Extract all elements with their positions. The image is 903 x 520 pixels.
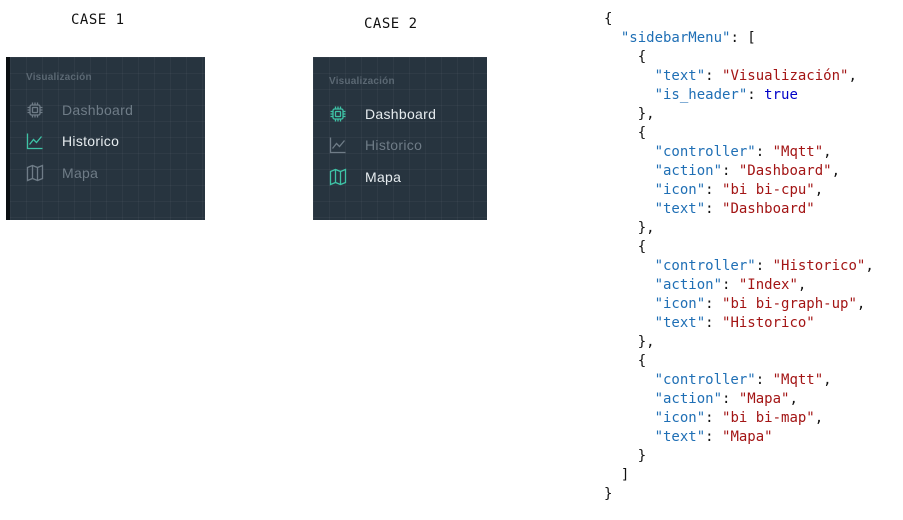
code-line: "controller": "Mqtt", xyxy=(654,144,832,160)
code-line: "text": "Historico" xyxy=(654,315,815,331)
code-line: }, xyxy=(604,220,655,236)
code-line: { xyxy=(604,49,647,65)
graph-up-icon xyxy=(26,132,44,150)
sidebar-item-label: Dashboard xyxy=(62,102,134,118)
sidebar-item-label: Historico xyxy=(62,133,120,149)
code-line: { xyxy=(604,11,613,27)
map-icon xyxy=(26,164,44,182)
code-line: "icon": "bi bi-map", xyxy=(654,410,824,426)
code-line: "text": "Mapa" xyxy=(654,429,773,445)
sidebar-item-mapa[interactable]: Mapa xyxy=(26,162,98,184)
sidebar-item-label: Historico xyxy=(365,137,423,153)
code-line: "sidebarMenu": [ xyxy=(620,30,756,46)
code-line: { xyxy=(604,125,647,141)
code-line: "text": "Visualización", xyxy=(654,68,857,84)
cpu-icon xyxy=(329,105,347,123)
sidebar-item-historico[interactable]: Historico xyxy=(329,134,422,156)
code-line: }, xyxy=(604,106,655,122)
sidebar-item-dashboard[interactable]: Dashboard xyxy=(329,103,436,125)
sidebar-item-label: Mapa xyxy=(365,169,402,185)
code-line: } xyxy=(604,486,613,502)
code-line: "text": "Dashboard" xyxy=(654,201,815,217)
code-line: "action": "Mapa", xyxy=(654,391,798,407)
code-line: } xyxy=(604,448,647,464)
code-line: "controller": "Mqtt", xyxy=(654,372,832,388)
sidebar-item-dashboard[interactable]: Dashboard xyxy=(26,99,133,121)
code-line: "controller": "Historico", xyxy=(654,258,874,274)
json-code-block: { "sidebarMenu": [ { "text": "Visualizac… xyxy=(604,10,874,504)
case-2-title: CASE 2 xyxy=(364,16,418,32)
sidebar-case-1: Visualización Dashboard Historico Mapa xyxy=(6,57,205,220)
graph-up-icon xyxy=(329,136,347,154)
sidebar-item-mapa[interactable]: Mapa xyxy=(329,166,401,188)
sidebar-case-2: Visualización Dashboard Historico Mapa xyxy=(313,57,487,220)
cpu-icon xyxy=(26,101,44,119)
code-line: { xyxy=(604,239,647,255)
sidebar-header: Visualización xyxy=(26,72,92,83)
code-line: "icon": "bi bi-graph-up", xyxy=(654,296,866,312)
code-line: "action": "Index", xyxy=(654,277,807,293)
code-line: "icon": "bi bi-cpu", xyxy=(654,182,824,198)
sidebar-item-historico[interactable]: Historico xyxy=(26,130,119,152)
code-line: "is_header": true xyxy=(654,87,798,103)
code-line: "action": "Dashboard", xyxy=(654,163,841,179)
code-line: }, xyxy=(604,334,655,350)
sidebar-header: Visualización xyxy=(329,76,395,87)
code-line: ] xyxy=(604,467,630,483)
sidebar-item-label: Mapa xyxy=(62,165,99,181)
code-line: { xyxy=(604,353,647,369)
map-icon xyxy=(329,168,347,186)
case-1-title: CASE 1 xyxy=(71,12,125,28)
sidebar-item-label: Dashboard xyxy=(365,106,437,122)
